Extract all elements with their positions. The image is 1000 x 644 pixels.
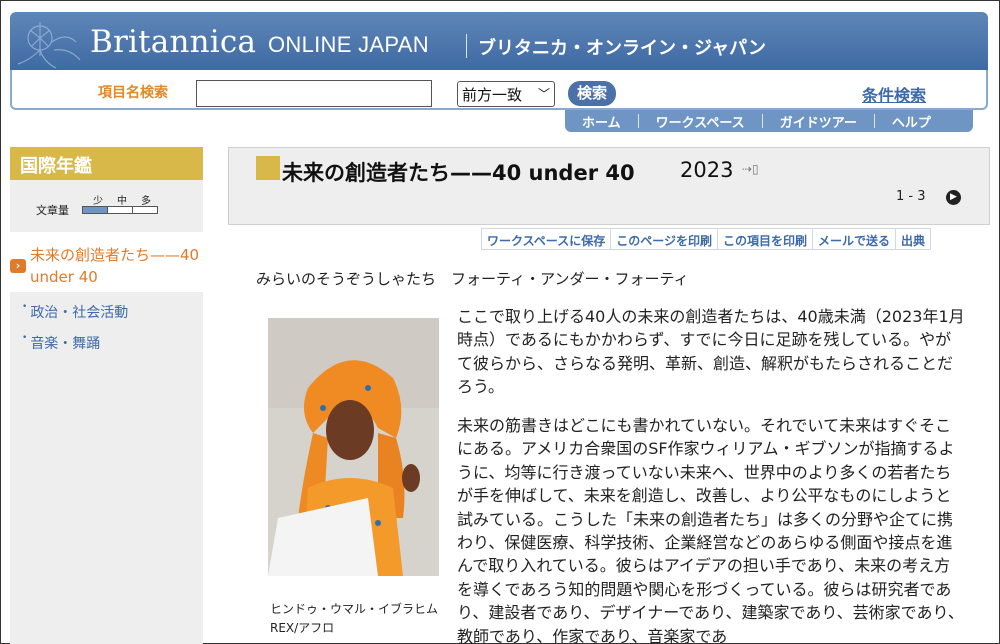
search-label: 項目名検索 <box>98 85 168 101</box>
match-mode-select[interactable]: 前方一致 ﹀ <box>457 81 555 107</box>
print-item-button[interactable]: この項目を印刷 <box>718 229 813 249</box>
page-indicator: 1 - 3 <box>896 189 926 204</box>
photo-caption-name: ヒンドゥ・ウマル・イブラヒム <box>270 602 439 616</box>
brand-logo-text: Britannica <box>90 24 257 60</box>
match-mode-value: 前方一致 <box>462 86 523 104</box>
length-label: 文章量 <box>36 204 69 217</box>
length-mark-high: 多 <box>141 196 151 207</box>
brand-subtitle: ONLINE JAPAN <box>268 32 429 57</box>
title-reading: みらいのそうぞうしゃたち フォーティ・アンダー・フォーティ <box>256 270 689 288</box>
length-mark-mid: 中 <box>117 196 127 207</box>
photo-caption-credit: REX/アフロ <box>270 621 335 635</box>
photo-caption: ヒンドゥ・ウマル・イブラヒム REX/アフロ <box>270 600 438 638</box>
sidebar-heading: 国際年鑑 <box>10 147 203 180</box>
article-title: 未来の創造者たち——40 under 40 <box>282 161 635 185</box>
article-paragraph-1: ここで取り上げる40人の未来の創造者たちは、40歳未満（2023年1月時点）であ… <box>457 307 965 397</box>
search-button[interactable]: 検索 <box>568 81 616 106</box>
next-page-button[interactable]: ▶ <box>946 190 961 205</box>
article-toolbar: ワークスペースに保存 このページを印刷 この項目を印刷 メールで送る 出典 <box>481 228 932 250</box>
article-paragraph-2: 未来の筋書きはどこにも書かれていない。それでいて未来はすぐそこにある。アメリカ合… <box>457 416 964 644</box>
sidebar-item-politics[interactable]: 政治・社会活動 <box>22 302 128 322</box>
external-link-icon[interactable]: ⇢▯ <box>742 162 759 176</box>
article-year: 2023 <box>680 158 734 182</box>
sidebar-current-item[interactable]: 未来の創造者たち——40 under 40 <box>30 244 210 288</box>
length-mark-low: 少 <box>93 196 103 207</box>
thistle-logo-icon <box>17 22 81 69</box>
header-banner: Britannica ONLINE JAPAN ブリタニカ・オンライン・ジャパン <box>10 12 988 70</box>
length-marks: 少中多 <box>86 192 158 207</box>
length-segment-mid[interactable] <box>108 207 133 213</box>
arrow-right-icon: › <box>10 259 26 273</box>
brand-japanese-title: ブリタニカ・オンライン・ジャパン <box>478 38 766 59</box>
save-to-workspace-button[interactable]: ワークスペースに保存 <box>482 229 612 249</box>
length-segment-low[interactable] <box>83 207 108 213</box>
nav-help[interactable]: ヘルプ <box>875 112 948 131</box>
nav-workspace[interactable]: ワークスペース <box>639 112 762 131</box>
brand-separator <box>466 34 467 58</box>
top-nav: ホーム ワークスペース ガイドツアー ヘルプ <box>565 110 973 132</box>
nav-home[interactable]: ホーム <box>565 112 638 131</box>
length-selector[interactable] <box>82 206 158 214</box>
source-button[interactable]: 出典 <box>896 229 930 249</box>
chevron-down-icon: ﹀ <box>537 87 550 101</box>
sidebar-item-music-dance[interactable]: 音楽・舞踊 <box>22 333 100 353</box>
length-segment-high[interactable] <box>133 207 157 213</box>
advanced-search-link[interactable]: 条件検索 <box>862 82 926 106</box>
search-input[interactable] <box>196 80 432 107</box>
title-marker-icon <box>256 156 280 180</box>
portrait-image <box>268 318 439 576</box>
print-page-button[interactable]: このページを印刷 <box>611 229 718 249</box>
nav-guide-tour[interactable]: ガイドツアー <box>763 112 874 131</box>
email-button[interactable]: メールで送る <box>813 229 896 249</box>
article-photo[interactable] <box>268 318 439 576</box>
